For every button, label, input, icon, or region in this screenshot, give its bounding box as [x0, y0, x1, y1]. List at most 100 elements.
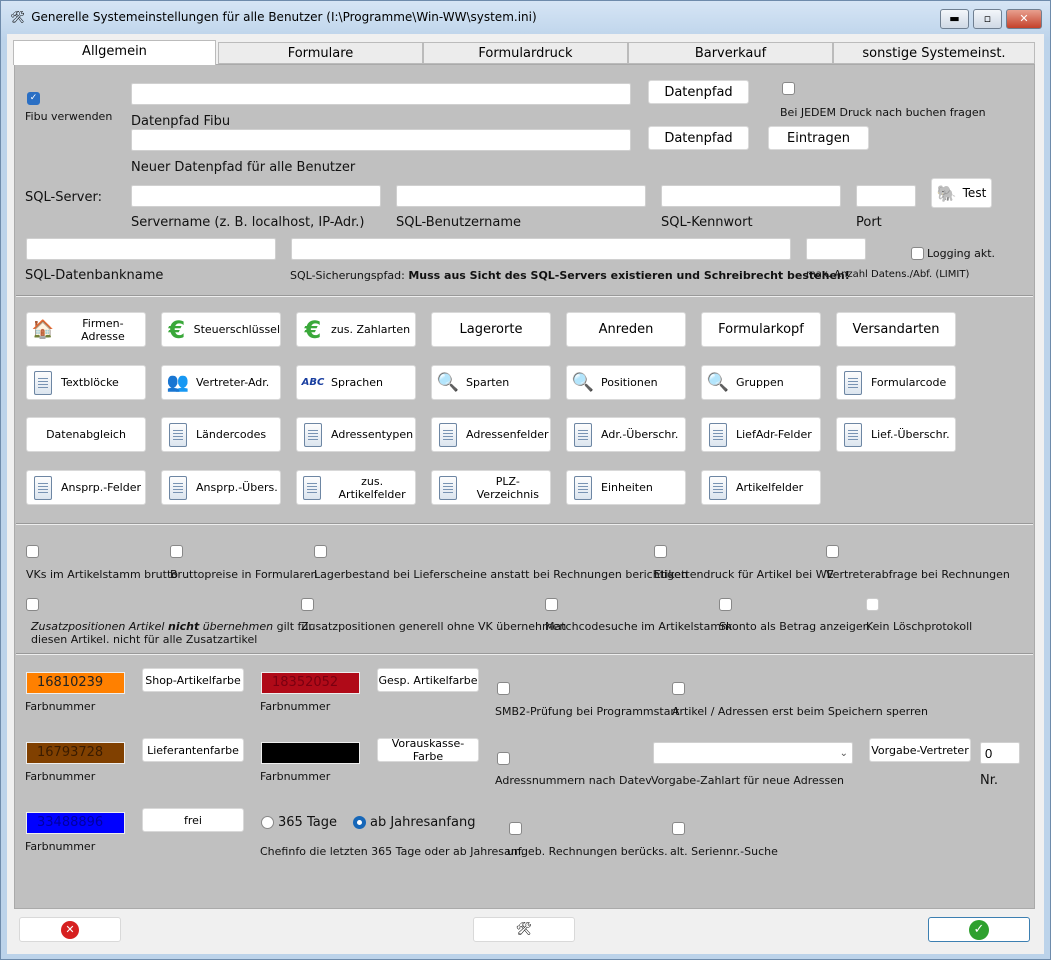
house-icon: 🏠: [31, 319, 55, 340]
liefer-color-button[interactable]: Lieferantenfarbe: [142, 738, 244, 762]
eintragen-button[interactable]: Eintragen: [768, 126, 869, 150]
document-icon: [166, 475, 190, 501]
backup-path-input[interactable]: [291, 238, 791, 260]
test-button[interactable]: 🐘 Test: [931, 178, 992, 208]
document-icon: [301, 422, 325, 448]
chefinfo-label: Chefinfo die letzten 365 Tage oder ab Ja…: [260, 845, 525, 858]
tab-formulardruck[interactable]: Formulardruck: [423, 42, 628, 64]
new-path-input[interactable]: [131, 129, 631, 151]
lagerbestand-checkbox[interactable]: [314, 545, 327, 558]
skonto-checkbox[interactable]: [719, 598, 732, 611]
grid-button[interactable]: zus. Artikelfelder: [296, 470, 416, 505]
grid-button[interactable]: Formularcode: [836, 365, 956, 400]
tab-formulare[interactable]: Formulare: [218, 42, 423, 64]
grid-button[interactable]: Lief.-Überschr.: [836, 417, 956, 452]
grid-button[interactable]: 🔍 Gruppen: [701, 365, 821, 400]
liefer-color-field[interactable]: 16793728: [26, 742, 125, 764]
cancel-button[interactable]: ✕: [19, 917, 121, 942]
document-icon: [166, 422, 190, 448]
sql-password-input[interactable]: [661, 185, 841, 207]
sperren-checkbox[interactable]: [672, 682, 685, 695]
radio-365[interactable]: [261, 816, 274, 829]
radio-jahresanfang[interactable]: [353, 816, 366, 829]
grid-button[interactable]: LiefAdr-Felder: [701, 417, 821, 452]
grid-button[interactable]: Lagerorte: [431, 312, 551, 347]
grid-button[interactable]: Versandarten: [836, 312, 956, 347]
grid-button-label: Adressenfelder: [466, 428, 549, 441]
maximize-button[interactable]: ▫: [973, 9, 1002, 29]
matchcode-checkbox[interactable]: [545, 598, 558, 611]
tab-sonstige[interactable]: sonstige Systemeinst.: [833, 42, 1035, 64]
logging-checkbox[interactable]: [911, 247, 924, 260]
seriennr-checkbox[interactable]: [672, 822, 685, 835]
vorkasse-color-button[interactable]: Vorauskasse-Farbe: [377, 737, 479, 763]
grid-button[interactable]: Ansprp.-Felder: [26, 470, 146, 505]
ok-button[interactable]: ✓: [928, 917, 1030, 942]
datenpfad-button[interactable]: Datenpfad: [648, 80, 749, 104]
frei-color-field[interactable]: 33488896: [26, 812, 125, 834]
grid-button[interactable]: Ländercodes: [161, 417, 281, 452]
shop-color-field[interactable]: 16810239: [26, 672, 125, 694]
sql-user-input[interactable]: [396, 185, 646, 207]
magnifier-icon: 🔍: [436, 372, 460, 393]
fibu-checkbox[interactable]: ✓: [27, 92, 40, 105]
document-icon: [841, 370, 865, 396]
grid-button[interactable]: Anreden: [566, 312, 686, 347]
grid-button[interactable]: ABC Sprachen: [296, 365, 416, 400]
grid-button[interactable]: Einheiten: [566, 470, 686, 505]
sql-password-label: SQL-Kennwort: [661, 215, 753, 230]
grid-button[interactable]: 🔍 Sparten: [431, 365, 551, 400]
close-button[interactable]: ✕: [1006, 9, 1042, 29]
smb2-checkbox[interactable]: [497, 682, 510, 695]
zahlart-label: Vorgabe-Zahlart für neue Adressen: [651, 774, 844, 787]
tools-icon: 🛠: [515, 922, 533, 937]
gesp-color-button[interactable]: Gesp. Artikelfarbe: [377, 668, 479, 692]
servername-input[interactable]: [131, 185, 381, 207]
grid-button[interactable]: Adressenfelder: [431, 417, 551, 452]
sql-user-label: SQL-Benutzername: [396, 215, 522, 230]
datenpfad-button-2[interactable]: Datenpfad: [648, 126, 749, 150]
grid-button[interactable]: PLZ-Verzeichnis: [431, 470, 551, 505]
loeschprotokoll-checkbox[interactable]: [866, 598, 879, 611]
datev-checkbox[interactable]: [497, 752, 510, 765]
grid-button[interactable]: 🔍 Positionen: [566, 365, 686, 400]
document-icon: [436, 422, 460, 448]
grid-button[interactable]: Adr.-Überschr.: [566, 417, 686, 452]
vk-brutto-label: VKs im Artikelstamm brutto: [26, 568, 178, 581]
ungeb-checkbox[interactable]: [509, 822, 522, 835]
jedem-druck-checkbox[interactable]: [782, 82, 795, 95]
grid-button[interactable]: Artikelfelder: [701, 470, 821, 505]
tab-barverkauf[interactable]: Barverkauf: [628, 42, 833, 64]
grid-button[interactable]: Ansprp.-Übers.: [161, 470, 281, 505]
tab-allgemein[interactable]: Allgemein: [13, 40, 216, 65]
gesp-color-field[interactable]: 18352052: [261, 672, 360, 694]
frei-color-button[interactable]: frei: [142, 808, 244, 832]
dbname-input[interactable]: [26, 238, 276, 260]
grid-button[interactable]: € Steuerschlüssel: [161, 312, 281, 347]
grid-button[interactable]: Formularkopf: [701, 312, 821, 347]
zusatz-ohne-vk-checkbox[interactable]: [301, 598, 314, 611]
vorgabe-vertreter-button[interactable]: Vorgabe-Vertreter: [869, 738, 971, 762]
minimize-button[interactable]: ▬: [940, 9, 969, 29]
grid-button[interactable]: € zus. Zahlarten: [296, 312, 416, 347]
fibu-path-input[interactable]: [131, 83, 631, 105]
shop-color-button[interactable]: Shop-Artikelfarbe: [142, 668, 244, 692]
vertreterabfrage-checkbox[interactable]: [826, 545, 839, 558]
vertreter-nr-input[interactable]: [980, 742, 1020, 764]
etikettendruck-checkbox[interactable]: [654, 545, 667, 558]
zahlart-select[interactable]: ⌄: [653, 742, 853, 764]
zusatz-nicht-checkbox[interactable]: [26, 598, 39, 611]
farbnummer-label: Farbnummer: [25, 700, 96, 713]
grid-button[interactable]: Datenabgleich: [26, 417, 146, 452]
bruttopreise-checkbox[interactable]: [170, 545, 183, 558]
limit-input[interactable]: [806, 238, 866, 260]
grid-button[interactable]: Adressentypen: [296, 417, 416, 452]
vk-brutto-checkbox[interactable]: [26, 545, 39, 558]
farbnummer-label: Farbnummer: [25, 840, 96, 853]
vorkasse-color-field[interactable]: [261, 742, 360, 764]
tools-button[interactable]: 🛠: [473, 917, 575, 942]
grid-button[interactable]: Textblöcke: [26, 365, 146, 400]
grid-button[interactable]: 👥 Vertreter-Adr.: [161, 365, 281, 400]
grid-button[interactable]: 🏠 Firmen-Adresse: [26, 312, 146, 347]
port-input[interactable]: [856, 185, 916, 207]
